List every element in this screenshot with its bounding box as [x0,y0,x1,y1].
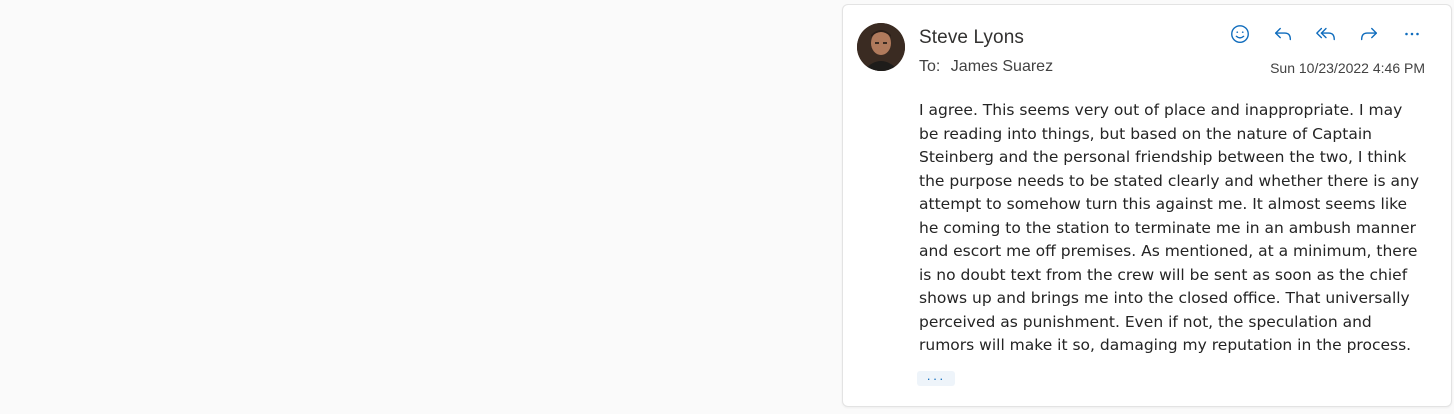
smiley-icon [1231,25,1249,43]
reply-all-icon [1316,27,1335,41]
avatar-photo [857,23,905,71]
reply-icon [1274,27,1292,41]
more-actions-button[interactable] [1399,21,1425,47]
to-label: To: [919,58,941,75]
message-timestamp: Sun 10/23/2022 4:46 PM [1270,60,1425,76]
sender-name[interactable]: Steve Lyons [919,27,1024,49]
message-card: Steve Lyons To: James Suarez Sun 10/23/2… [842,4,1452,407]
avatar[interactable] [857,23,905,71]
show-trimmed-content-button[interactable]: ··· [917,371,955,386]
reply-all-button[interactable] [1313,21,1339,47]
recipient-line: To: James Suarez [919,58,1053,76]
emoji-react-button[interactable] [1227,21,1253,47]
recipient-name[interactable]: James Suarez [951,58,1053,75]
more-icon [1405,32,1419,36]
message-body: I agree. This seems very out of place an… [919,101,1420,354]
reply-button[interactable] [1270,21,1296,47]
message-actions [1227,21,1425,47]
forward-icon [1360,27,1378,41]
forward-button[interactable] [1356,21,1382,47]
